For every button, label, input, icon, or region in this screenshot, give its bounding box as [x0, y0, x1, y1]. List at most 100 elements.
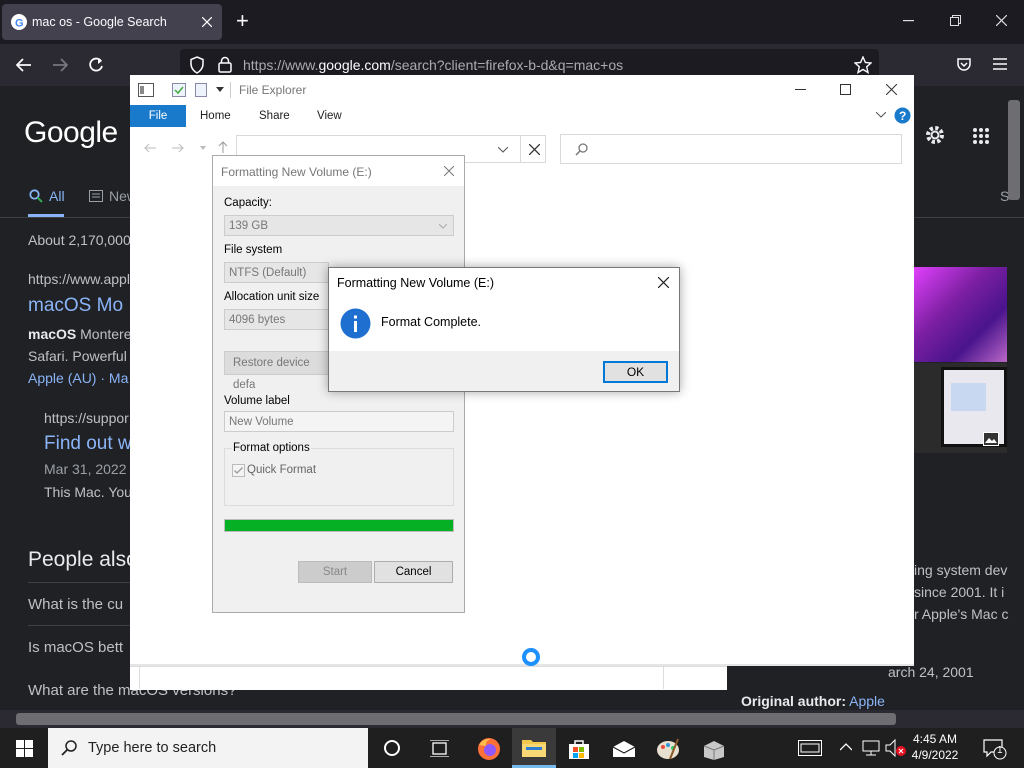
- taskbar-search-box[interactable]: Type here to search: [48, 728, 368, 768]
- result2-title[interactable]: Find out w: [44, 433, 132, 455]
- result1-sitelinks[interactable]: Apple (AU) · Ma: [28, 370, 128, 386]
- notifications-icon[interactable]: [983, 738, 1007, 760]
- start-button[interactable]: Start: [298, 561, 372, 583]
- url-text[interactable]: https://www.google.com/search?client=fir…: [243, 57, 623, 73]
- show-hidden-icons-chevron[interactable]: [840, 743, 852, 751]
- explorer-back-icon[interactable]: [144, 143, 156, 153]
- close-tab-icon[interactable]: [202, 17, 212, 27]
- quick-format-checkbox[interactable]: [232, 464, 245, 477]
- taskbar-search-icon: [61, 740, 77, 756]
- page-scrollbar-thumb[interactable]: [1008, 100, 1020, 200]
- svg-text:G: G: [15, 18, 24, 30]
- lock-icon[interactable]: [218, 56, 232, 73]
- browser-tabbar: G mac os - Google Search +: [0, 0, 1024, 44]
- restore-window-icon[interactable]: [950, 15, 961, 26]
- format-progress-bar: [224, 519, 454, 532]
- image-view-icon[interactable]: [983, 432, 999, 446]
- explorer-close-icon[interactable]: [886, 84, 897, 95]
- quick-access-dropdown-icon[interactable]: [216, 87, 224, 93]
- allocation-unit-select[interactable]: 4096 bytes: [224, 309, 329, 330]
- windows-start-icon[interactable]: [16, 740, 33, 757]
- cancel-button[interactable]: Cancel: [374, 561, 453, 583]
- message-text: Format Complete.: [381, 315, 482, 329]
- message-box-title: Formatting New Volume (E:): [337, 276, 494, 290]
- task-view-icon[interactable]: [430, 740, 450, 757]
- horizontal-scrollbar[interactable]: [0, 710, 1024, 728]
- properties-icon[interactable]: [172, 83, 186, 97]
- new-tab-button[interactable]: +: [236, 10, 249, 32]
- result1-snippet: macOS Montere: [28, 326, 132, 342]
- knowledge-panel-date: arch 24, 2001: [888, 664, 974, 680]
- forward-icon[interactable]: [52, 57, 68, 73]
- knowledge-panel-text-2: since 2001. It i: [914, 584, 1005, 600]
- tab-share[interactable]: Share: [259, 110, 290, 122]
- help-icon[interactable]: ?: [894, 107, 911, 124]
- google-apps-icon[interactable]: [972, 127, 990, 145]
- archive-tool-icon[interactable]: [702, 738, 726, 760]
- news-icon: [89, 190, 103, 202]
- keyboard-input-icon[interactable]: [798, 740, 822, 756]
- tracking-shield-icon[interactable]: [189, 56, 205, 74]
- busy-spinner-icon: [522, 648, 540, 666]
- google-logo[interactable]: Google: [24, 116, 118, 150]
- recent-locations-icon[interactable]: [200, 146, 206, 150]
- capacity-select[interactable]: 139 GB: [224, 215, 454, 236]
- folder-icon: [522, 740, 546, 757]
- result2-date: Mar 31, 2022: [44, 461, 127, 477]
- explorer-search-box[interactable]: [560, 134, 902, 164]
- tab-all[interactable]: All: [49, 188, 65, 204]
- paa-question-1[interactable]: What is the cu: [28, 596, 123, 613]
- browser-tab[interactable]: G mac os - Google Search: [2, 4, 222, 40]
- clear-address-icon[interactable]: [529, 144, 540, 155]
- explorer-app-icon: [138, 83, 154, 97]
- paa-question-2[interactable]: Is macOS bett: [28, 639, 123, 656]
- format-options-label: Format options: [232, 442, 311, 454]
- restore-defaults-button[interactable]: Restore device defa: [224, 351, 329, 391]
- search-icon: [29, 189, 43, 203]
- pocket-icon[interactable]: [956, 57, 972, 73]
- format-dialog-titlebar: Formatting New Volume (E:): [213, 156, 464, 186]
- macos-wallpaper-image[interactable]: [914, 267, 1007, 362]
- capacity-label: Capacity:: [224, 197, 272, 209]
- microsoft-store-icon[interactable]: [568, 738, 590, 760]
- cortana-icon[interactable]: [383, 739, 401, 757]
- result1-url[interactable]: https://www.apple: [28, 271, 138, 287]
- message-box-close-icon[interactable]: [658, 277, 669, 288]
- explorer-minimize-icon[interactable]: [795, 89, 806, 91]
- firefox-taskbar-icon[interactable]: [477, 737, 501, 761]
- paint-icon[interactable]: [656, 737, 680, 761]
- reload-icon[interactable]: [88, 57, 104, 73]
- knowledge-panel-text-1: ing system dev: [914, 562, 1008, 578]
- close-window-icon[interactable]: [996, 15, 1007, 26]
- knowledge-panel-text-3: r Apple's Mac c: [914, 606, 1009, 622]
- ribbon-tabs: File Home Share View ?: [130, 105, 914, 127]
- result1-title[interactable]: macOS Mo: [28, 295, 123, 317]
- file-explorer-taskbar-active[interactable]: [512, 728, 556, 768]
- allocation-unit-label: Allocation unit size: [224, 291, 320, 303]
- system-clock[interactable]: 4:45 AM 4/9/2022: [900, 731, 970, 763]
- mail-icon[interactable]: [612, 740, 636, 758]
- format-progress-fill: [225, 520, 453, 531]
- back-icon[interactable]: [16, 57, 32, 73]
- tab-file[interactable]: File: [130, 105, 186, 127]
- settings-gear-icon[interactable]: [923, 123, 947, 147]
- up-arrow-icon[interactable]: [218, 141, 228, 153]
- address-dropdown-icon[interactable]: [498, 147, 508, 153]
- format-dialog-close-icon[interactable]: [444, 166, 454, 176]
- clock-time: 4:45 AM: [912, 732, 958, 746]
- explorer-forward-icon[interactable]: [172, 143, 184, 153]
- explorer-maximize-icon[interactable]: [840, 84, 851, 95]
- minimize-window-icon[interactable]: [903, 20, 914, 22]
- hamburger-menu-icon[interactable]: [993, 58, 1007, 70]
- result2-url[interactable]: https://suppor: [44, 410, 129, 426]
- network-icon[interactable]: [862, 740, 880, 756]
- new-folder-icon[interactable]: [195, 83, 207, 97]
- bookmark-star-icon[interactable]: [854, 56, 872, 74]
- result2-snippet: This Mac. You: [44, 484, 132, 500]
- ok-button[interactable]: OK: [603, 361, 668, 383]
- tab-home[interactable]: Home: [200, 110, 231, 122]
- ribbon-expand-icon[interactable]: [876, 112, 886, 118]
- tab-view[interactable]: View: [317, 110, 342, 122]
- volume-label-input[interactable]: New Volume: [224, 411, 454, 432]
- file-system-select[interactable]: NTFS (Default): [224, 262, 329, 283]
